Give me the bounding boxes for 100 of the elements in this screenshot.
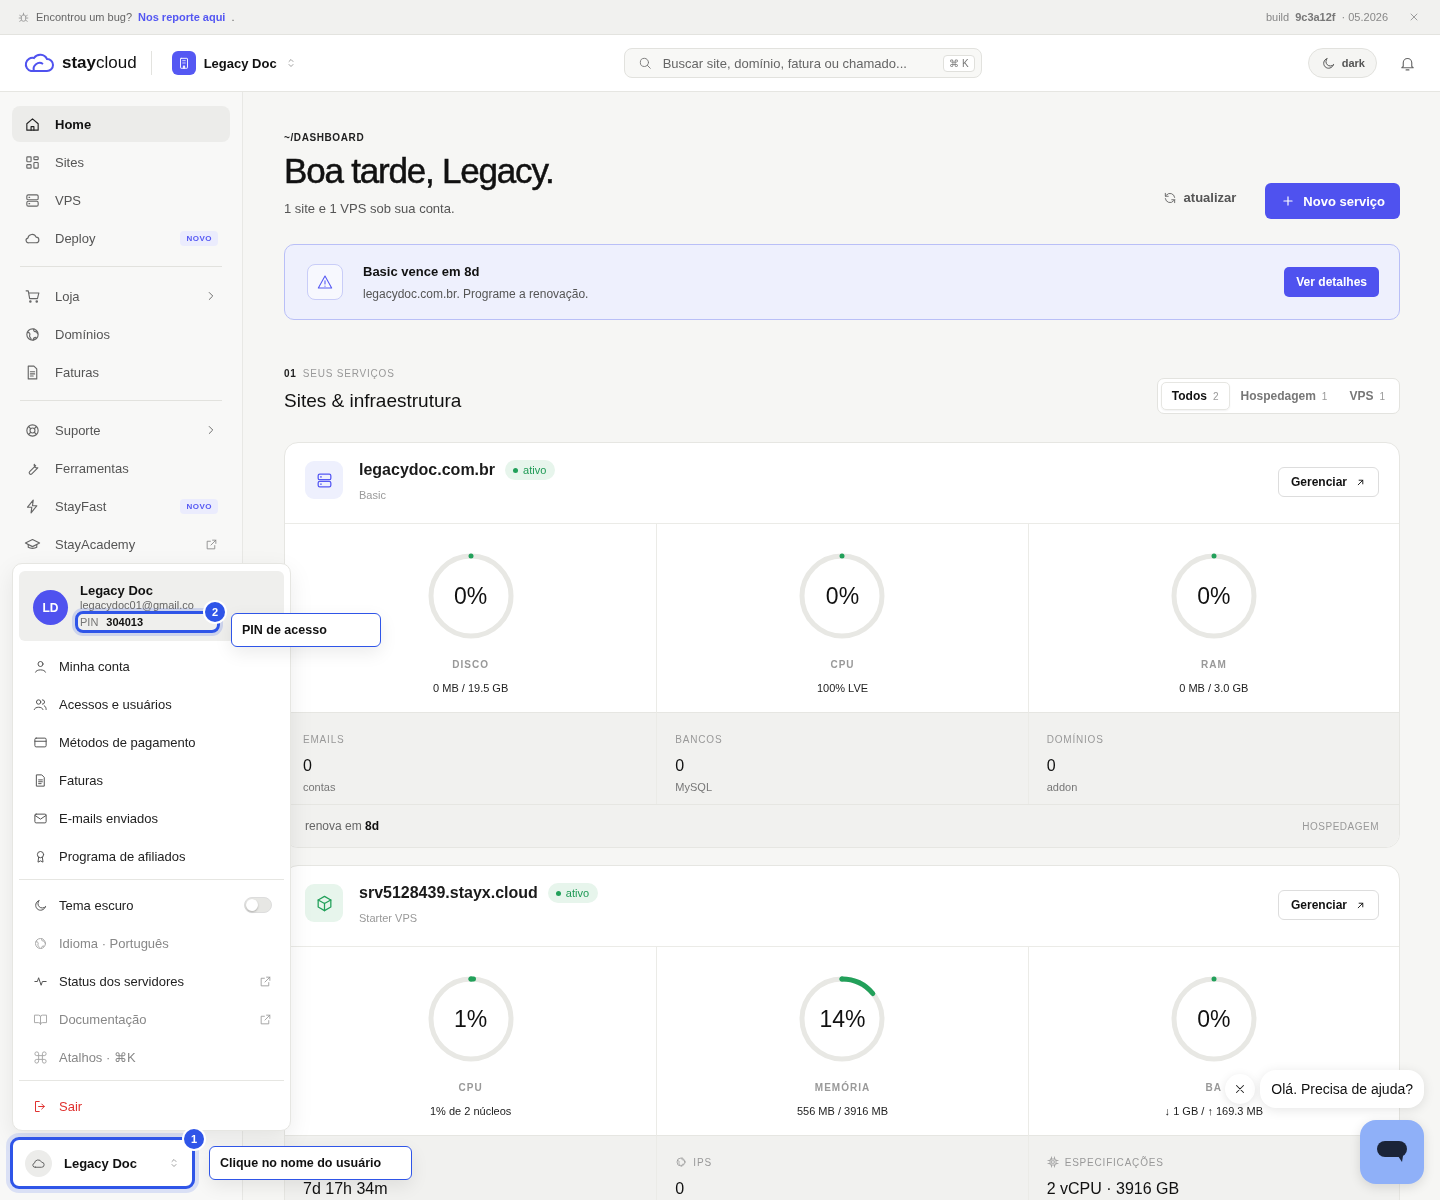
refresh-icon [1162,190,1177,205]
filter-tab[interactable]: Hospedagem 1 [1229,382,1339,410]
chat-greeting: Olá. Precisa de ajuda? [1260,1070,1424,1108]
menu-item[interactable]: Faturas [19,761,284,799]
lifebuoy-icon [24,421,41,439]
refresh-button[interactable]: atualizar [1156,189,1243,206]
metric-label: MEMÓRIA [814,1082,871,1093]
toggle-switch[interactable] [244,897,272,913]
stat-label: IPS [693,1156,712,1168]
shortcut-hint: ⌘ K [943,54,975,72]
stat-value: 0 [303,757,313,775]
menu-item[interactable]: Status dos servidores [19,962,284,1000]
stat-value: 0 [1046,757,1057,775]
stat-value: 2 vCPU · 3916 GB [1046,1180,1181,1198]
stat-label: BANCOS [675,733,723,745]
section-eyebrow: SEUS SERVIÇOS [302,368,395,379]
menu-item[interactable]: E-mails enviados [19,799,284,837]
build-hash: 9c3a12f [1295,11,1336,23]
status-badge: ativo [505,460,556,480]
service-name: legacydoc.com.br [359,461,496,479]
nav-item[interactable]: Loja [12,278,230,314]
page-title: Boa tarde, Legacy. [284,151,554,191]
build-date: · 05.2026 [1341,11,1388,23]
search-input[interactable]: Buscar site, domínio, fatura ou chamado... [660,54,935,72]
alert-title: Basic vence em 8d [363,263,481,279]
manage-button[interactable]: Gerenciar [1277,890,1379,920]
users-icon [33,696,48,712]
cloud-logo-icon [24,53,54,73]
nav-item[interactable]: StayAcademy [12,526,230,562]
status-badge: ativo [547,883,599,903]
metric-label: CPU [458,1082,483,1093]
stat-label: EMAILS [303,733,345,745]
nav-item[interactable]: StayFast NOVO [12,488,230,524]
stat-label: ESPECIFICAÇÕES [1064,1156,1164,1168]
menu-item[interactable]: Métodos de pagamento [19,723,284,761]
menu-item[interactable]: Documentação [19,1000,284,1038]
theme-button[interactable]: dark [1307,48,1377,78]
nav-item[interactable]: Deploy NOVO [12,220,230,256]
mail-icon [33,810,48,826]
service-name: srv5128439.stayx.cloud [359,884,538,902]
details-button[interactable]: Ver detalhes [1284,267,1379,297]
plan-name: Starter VPS [359,912,419,924]
plus-icon [1281,194,1296,208]
stat-value: 7d 17h 34m [303,1180,389,1198]
report-link[interactable]: Nos reporte aqui [138,11,226,23]
stat-unit: addon [1046,781,1079,793]
user-icon [33,658,48,674]
step-badge: 2 [205,602,225,622]
command-icon [33,1049,48,1065]
tour-tooltip: Clique no nome do usuário [209,1146,412,1180]
new-service-button[interactable]: Novo serviço [1265,183,1400,219]
filter-tab[interactable]: Todos 2 [1160,382,1230,410]
menu-item[interactable]: Programa de afiliados [19,837,284,875]
brand-name: staycloud [62,53,137,73]
manage-button[interactable]: Gerenciar [1277,467,1379,497]
menu-item[interactable]: Idioma · Português [19,924,284,962]
nav-item[interactable]: Suporte [12,412,230,448]
metric-label: BA [1205,1082,1223,1093]
new-badge: NOVO [180,230,218,246]
breadcrumb: ~/DASHBOARD [284,132,366,143]
new-badge: NOVO [180,498,218,514]
nav-item[interactable]: Home [12,106,230,142]
nav-item[interactable]: Domínios [12,316,230,352]
menu-item[interactable]: Sair [19,1087,284,1125]
plan-name: Basic [359,489,387,501]
user-name: Legacy Doc [80,583,154,598]
nav-item[interactable]: Ferramentas [12,450,230,486]
chevron-updown-icon [168,1157,180,1169]
menu-item[interactable]: Acessos e usuários [19,685,284,723]
menu-item[interactable]: Minha conta [19,647,284,685]
chip-icon [1046,1156,1059,1168]
moon-icon [33,897,48,913]
renewal-note: renova em 8d [305,819,380,833]
home-icon [24,115,41,133]
workspace-switcher[interactable]: Legacy Doc [171,51,297,75]
chat-button[interactable] [1360,1120,1424,1184]
metric-detail: 0 MB / 19.5 GB [433,682,509,694]
metric-label: RAM [1200,659,1227,670]
search-field[interactable]: Buscar site, domínio, fatura ou chamado... ⌘ K [623,48,982,78]
menu-item[interactable]: Tema escuro [19,886,284,924]
nav-item[interactable]: Sites [12,144,230,180]
stat-label: DOMÍNIOS [1046,733,1104,745]
metric-label: CPU [830,659,855,670]
alert-text: legacydoc.com.br. Programe a renovação. [363,286,590,301]
close-button[interactable] [1408,11,1420,23]
gauge-value: 0% [1197,1006,1231,1032]
bug-icon [17,10,30,24]
avatar: LD [33,590,68,625]
filter-tab[interactable]: VPS 1 [1338,382,1396,410]
nav-item[interactable]: Faturas [12,354,230,390]
nav-item[interactable]: VPS [12,182,230,218]
document-icon [33,772,48,788]
service-type: HOSPEDAGEM [1302,820,1379,832]
server-icon [24,191,41,209]
menu-item[interactable]: Atalhos · ⌘K [19,1038,284,1076]
stat-value: 0 [675,757,686,775]
metric-detail: 556 MB / 3916 MB [796,1105,889,1117]
metric-detail: 100% LVE [816,682,869,694]
gauge-value: 14% [819,1006,866,1032]
cart-icon [24,287,41,305]
